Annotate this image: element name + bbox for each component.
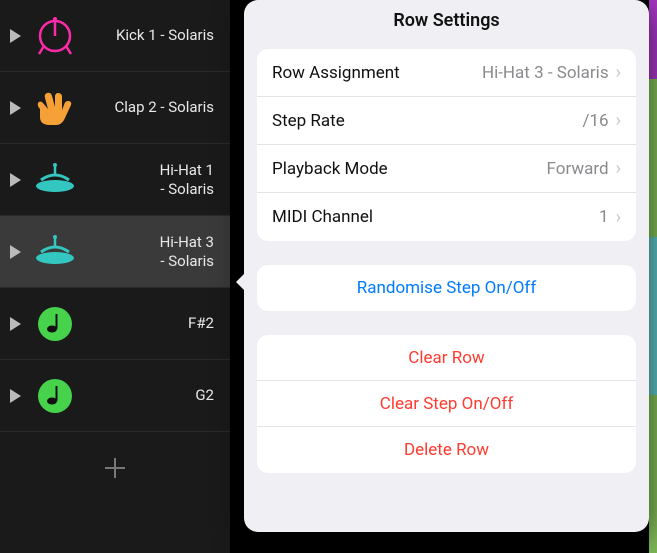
setting-value: 1	[599, 207, 609, 227]
randomise-section: Randomise Step On/Off	[257, 265, 636, 311]
setting-row-row-assignment[interactable]: Row AssignmentHi-Hat 3 - Solaris ›	[257, 49, 636, 97]
track-label: Kick 1 - Solaris	[89, 26, 220, 45]
delete-row-button[interactable]: Delete Row	[257, 427, 636, 473]
track-label: G2	[89, 386, 220, 405]
chevron-right-icon: ›	[616, 110, 621, 131]
clap-icon	[34, 87, 76, 129]
track-row[interactable]: Clap 2 - Solaris	[0, 72, 230, 144]
note-icon	[37, 378, 73, 414]
tracks-sidebar: Kick 1 - Solaris Clap 2 - Solaris Hi-Hat…	[0, 0, 230, 553]
play-button[interactable]	[10, 173, 21, 187]
track-label: Clap 2 - Solaris	[89, 98, 220, 117]
chevron-right-icon: ›	[616, 158, 621, 179]
track-label: Hi-Hat 1- Solaris	[89, 161, 220, 199]
play-button[interactable]	[10, 317, 21, 331]
setting-value: /16	[582, 111, 608, 131]
setting-row-playback-mode[interactable]: Playback ModeForward ›	[257, 145, 636, 193]
popover-arrow	[236, 272, 246, 292]
setting-label: Step Rate	[272, 111, 582, 131]
track-icon-wrap	[31, 372, 79, 420]
track-icon-wrap	[31, 228, 79, 276]
track-icon-wrap	[31, 156, 79, 204]
setting-row-midi-channel[interactable]: MIDI Channel1 ›	[257, 193, 636, 241]
kick-icon	[35, 16, 75, 56]
track-label: F#2	[89, 314, 220, 333]
track-icon-wrap	[31, 300, 79, 348]
play-button[interactable]	[10, 245, 21, 259]
randomise-step-button[interactable]: Randomise Step On/Off	[257, 265, 636, 311]
play-button[interactable]	[10, 29, 21, 43]
popover-title: Row Settings	[244, 10, 649, 31]
clear-step-on/off-button[interactable]: Clear Step On/Off	[257, 381, 636, 427]
setting-label: MIDI Channel	[272, 207, 599, 227]
clear-row-button[interactable]: Clear Row	[257, 335, 636, 381]
setting-label: Playback Mode	[272, 159, 547, 179]
track-icon-wrap	[31, 12, 79, 60]
track-row[interactable]: F#2	[0, 288, 230, 360]
right-edge-preview	[649, 0, 657, 553]
settings-section: Row AssignmentHi-Hat 3 - Solaris›Step Ra…	[257, 49, 636, 241]
add-track-button[interactable]	[0, 432, 230, 504]
play-button[interactable]	[10, 101, 21, 115]
setting-row-step-rate[interactable]: Step Rate/16 ›	[257, 97, 636, 145]
track-label: Hi-Hat 3- Solaris	[89, 233, 220, 271]
row-settings-popover: Row Settings Row AssignmentHi-Hat 3 - So…	[244, 0, 649, 532]
track-icon-wrap	[31, 84, 79, 132]
track-row[interactable]: Hi-Hat 1- Solaris	[0, 144, 230, 216]
chevron-right-icon: ›	[616, 207, 621, 228]
hihat-icon	[33, 234, 77, 270]
plus-icon	[102, 455, 128, 481]
setting-label: Row Assignment	[272, 63, 482, 83]
chevron-right-icon: ›	[616, 62, 621, 83]
track-row[interactable]: G2	[0, 360, 230, 432]
setting-value: Forward	[547, 159, 609, 179]
hihat-icon	[33, 162, 77, 198]
play-button[interactable]	[10, 389, 21, 403]
track-row[interactable]: Hi-Hat 3- Solaris	[0, 216, 230, 288]
track-row[interactable]: Kick 1 - Solaris	[0, 0, 230, 72]
setting-value: Hi-Hat 3 - Solaris	[482, 63, 609, 83]
destructive-section: Clear RowClear Step On/OffDelete Row	[257, 335, 636, 473]
note-icon	[37, 306, 73, 342]
